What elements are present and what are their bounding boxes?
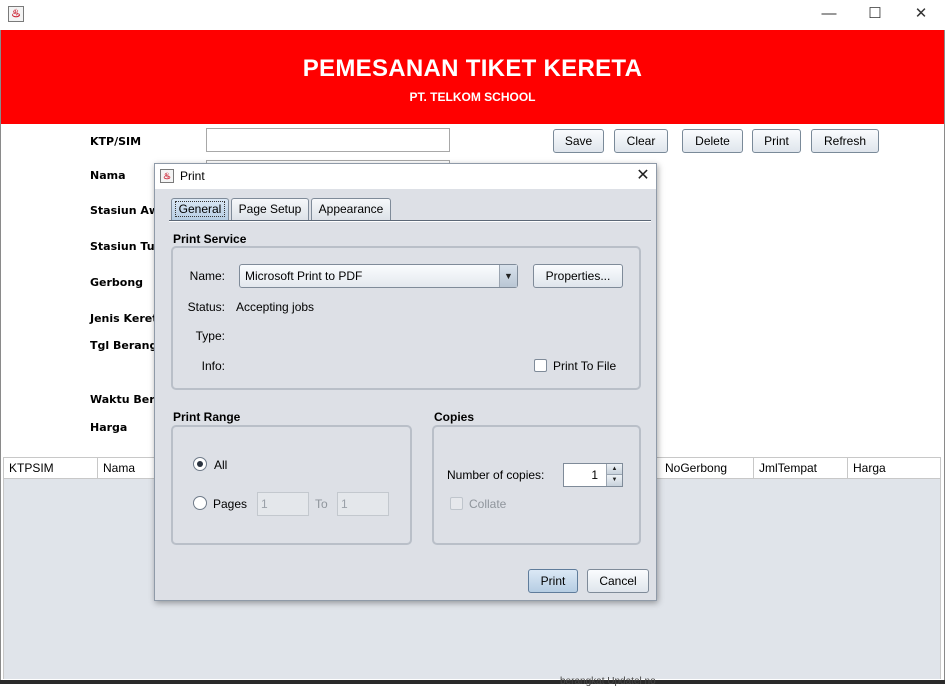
tab-divider: [169, 220, 651, 222]
ktp-sim-input[interactable]: [206, 128, 450, 152]
pages-label[interactable]: Pages: [213, 497, 247, 511]
type-label: Type:: [195, 329, 225, 343]
copies-spinner-value: 1: [591, 468, 598, 482]
dialog-title: Print: [180, 169, 205, 183]
print-service-heading: Print Service: [173, 232, 247, 246]
print-dialog: ♨ Print ✕ General Page Setup Appearance …: [154, 163, 657, 601]
app-subtitle: PT. TELKOM SCHOOL: [409, 90, 536, 104]
tab-page-setup[interactable]: Page Setup: [231, 198, 309, 220]
minimize-button[interactable]: —: [806, 0, 852, 30]
label-ktp-sim: KTP/SIM: [90, 135, 142, 148]
taskbar-strip: [0, 680, 945, 684]
dialog-close-button[interactable]: ✕: [630, 165, 656, 187]
copies-spinner[interactable]: 1 ▲ ▼: [563, 463, 623, 487]
pages-from-input[interactable]: 1: [257, 492, 309, 516]
info-label: Info:: [201, 359, 225, 373]
properties-button[interactable]: Properties...: [533, 264, 623, 288]
java-app-icon: ♨: [160, 169, 174, 183]
status-label: Status:: [187, 300, 225, 314]
collate-label: Collate: [469, 497, 507, 511]
print-button[interactable]: Print: [752, 129, 801, 153]
copies-heading: Copies: [434, 410, 475, 424]
status-value: Accepting jobs: [236, 300, 315, 314]
column-ktpsim[interactable]: KTPSIM: [4, 458, 98, 478]
close-button[interactable]: ✕: [898, 0, 944, 30]
tab-appearance[interactable]: Appearance: [311, 198, 391, 220]
tab-general-label: General: [174, 201, 226, 217]
spinner-down-arrow-icon[interactable]: ▼: [606, 475, 622, 486]
print-range-group: [171, 425, 412, 545]
label-gerbong: Gerbong: [90, 276, 144, 289]
clear-button[interactable]: Clear: [614, 129, 668, 153]
printer-select[interactable]: Microsoft Print to PDF ▼: [239, 264, 518, 288]
tab-general[interactable]: General: [171, 198, 229, 220]
window-titlebar: ♨ — ☐ ✕: [0, 0, 945, 30]
pages-to-label: To: [315, 497, 328, 511]
app-title: PEMESANAN TIKET KERETA: [302, 55, 643, 82]
label-nama: Nama: [90, 169, 126, 182]
printer-select-value: Microsoft Print to PDF: [245, 269, 363, 283]
app-header: PEMESANAN TIKET KERETA PT. TELKOM SCHOOL: [1, 30, 944, 124]
refresh-button[interactable]: Refresh: [811, 129, 879, 153]
dropdown-arrow-icon[interactable]: ▼: [499, 265, 517, 287]
delete-button[interactable]: Delete: [682, 129, 743, 153]
print-to-file-label[interactable]: Print To File: [553, 359, 616, 373]
number-of-copies-label: Number of copies:: [447, 468, 545, 482]
collate-checkbox[interactable]: [450, 497, 463, 510]
taskbar-text: berangkat Updatel no: [560, 676, 656, 687]
all-pages-label[interactable]: All: [214, 458, 227, 472]
dialog-print-button[interactable]: Print: [528, 569, 578, 593]
dialog-titlebar: ♨ Print ✕: [155, 164, 656, 189]
spinner-up-arrow-icon[interactable]: ▲: [606, 464, 622, 475]
name-label: Name:: [189, 269, 225, 283]
label-harga: Harga: [90, 421, 128, 434]
print-range-heading: Print Range: [173, 410, 241, 424]
column-nama[interactable]: Nama: [98, 458, 158, 478]
column-jmltempat[interactable]: JmlTempat: [754, 458, 848, 478]
column-harga[interactable]: Harga: [848, 458, 940, 478]
label-jenis-kereta: Jenis Keret: [90, 312, 158, 325]
dialog-cancel-button[interactable]: Cancel: [587, 569, 649, 593]
label-stasiun-tujuan: Stasiun Tuj: [90, 240, 159, 253]
pages-to-input[interactable]: 1: [337, 492, 389, 516]
all-pages-radio[interactable]: [193, 457, 207, 471]
maximize-button[interactable]: ☐: [852, 0, 898, 30]
print-to-file-checkbox[interactable]: [534, 359, 547, 372]
java-app-icon: ♨: [8, 6, 24, 22]
column-nogerbong[interactable]: NoGerbong: [660, 458, 754, 478]
label-waktu-berangkat: Waktu Bera: [90, 393, 163, 406]
window-border-left: [0, 30, 1, 684]
save-button[interactable]: Save: [553, 129, 604, 153]
pages-radio[interactable]: [193, 496, 207, 510]
